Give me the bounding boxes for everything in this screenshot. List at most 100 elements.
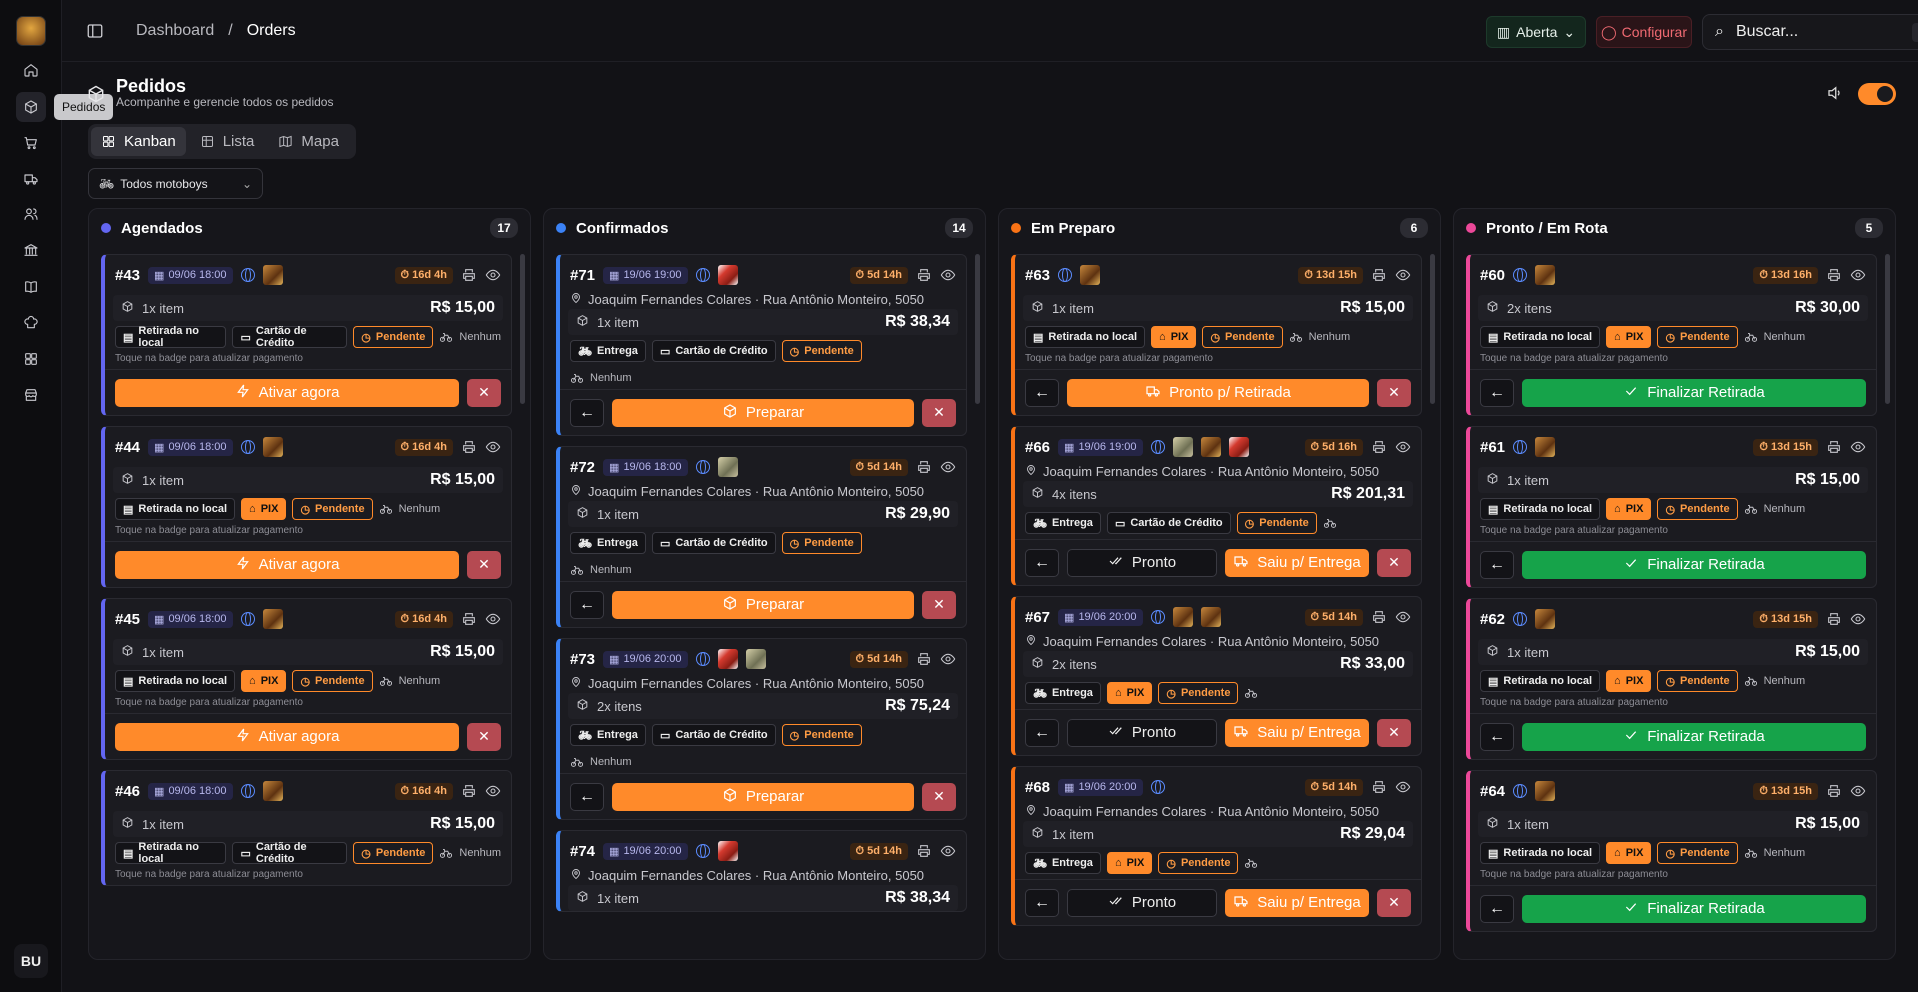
payment-status-badge[interactable]: ◷ Pendente	[1657, 326, 1738, 348]
bike-icon[interactable]	[1323, 516, 1337, 530]
user-avatar[interactable]: BU	[14, 944, 48, 978]
payment-status-badge[interactable]: ◷ Pendente	[1657, 670, 1738, 692]
payment-status-badge[interactable]: ◷ Pendente	[292, 498, 373, 520]
primary-action-button[interactable]: Finalizar Retirada	[1522, 378, 1866, 407]
motoboy-assignment[interactable]: Nenhum	[1289, 330, 1350, 344]
eye-icon[interactable]	[1395, 439, 1411, 455]
order-card[interactable]: #74 ▦ 19/06 20:00 ⏱ 5d 14h Joaquim Fernan…	[556, 830, 967, 912]
cancel-button[interactable]: ✕	[1377, 548, 1411, 577]
primary-action-button[interactable]: Preparar	[612, 398, 914, 427]
eye-icon[interactable]	[1395, 267, 1411, 283]
order-card[interactable]: #67 ▦ 19/06 20:00 ⏱ 5d 14h Joaquim Fernan…	[1011, 596, 1422, 756]
delivery-type-badge[interactable]: ▤ Retirada no local	[1480, 842, 1601, 864]
package-icon[interactable]	[16, 92, 46, 122]
volume-icon[interactable]	[1826, 84, 1844, 102]
payment-method-badge[interactable]: ⌂ PIX	[1151, 326, 1197, 348]
cancel-button[interactable]: ✕	[922, 590, 956, 619]
order-card[interactable]: #68 ▦ 19/06 20:00 ⏱ 5d 14h Joaquim Fernan…	[1011, 766, 1422, 926]
home-icon[interactable]	[16, 55, 46, 85]
delivery-type-badge[interactable]: 🚲︎ Entrega	[570, 724, 646, 746]
motoboy-assignment[interactable]: Nenhum	[1744, 502, 1805, 516]
delivery-type-badge[interactable]: 🚲︎ Entrega	[1025, 682, 1101, 704]
primary-action-button[interactable]: Pronto p/ Retirada	[1067, 378, 1369, 407]
order-card[interactable]: #45 ▦ 09/06 18:00 ⏱ 16d 4h 1x item R$ 15,0…	[101, 598, 512, 760]
scrollbar[interactable]	[975, 254, 980, 404]
order-card[interactable]: #46 ▦ 09/06 18:00 ⏱ 16d 4h 1x item R$ 15,0…	[101, 770, 512, 886]
print-icon[interactable]	[461, 611, 477, 627]
payment-status-badge[interactable]: ◷ Pendente	[1202, 326, 1283, 348]
ready-button[interactable]: Pronto	[1067, 548, 1217, 577]
motoboy-assignment[interactable]: Nenhum	[439, 330, 501, 344]
cancel-button[interactable]: ✕	[1377, 718, 1411, 747]
payment-status-badge[interactable]: ◷ Pendente	[353, 842, 434, 864]
motoboy-assignment[interactable]: Nenhum	[570, 751, 956, 773]
primary-action-button[interactable]: Finalizar Retirada	[1522, 894, 1866, 923]
dispatch-button[interactable]: Saiu p/ Entrega	[1225, 548, 1369, 577]
delivery-type-badge[interactable]: 🚲︎ Entrega	[1025, 852, 1101, 874]
payment-method-badge[interactable]: ⌂ PIX	[1106, 852, 1153, 874]
back-button[interactable]: ←	[1025, 718, 1059, 747]
order-card[interactable]: #66 ▦ 19/06 19:00 ⏱ 5d 16h Joaquim Fernan…	[1011, 426, 1422, 586]
eye-icon[interactable]	[1850, 611, 1866, 627]
eye-icon[interactable]	[1850, 783, 1866, 799]
back-button[interactable]: ←	[570, 782, 604, 811]
bike-icon[interactable]	[1244, 856, 1258, 870]
breadcrumb-root[interactable]: Dashboard	[136, 22, 214, 40]
payment-method-badge[interactable]: ⌂ PIX	[1106, 682, 1153, 704]
scrollbar[interactable]	[520, 254, 525, 404]
motoboy-assignment[interactable]: Nenhum	[1744, 846, 1805, 860]
motoboy-assignment[interactable]: Nenhum	[379, 502, 440, 516]
order-card[interactable]: #44 ▦ 09/06 18:00 ⏱ 16d 4h 1x item R$ 15,0…	[101, 426, 512, 588]
cancel-button[interactable]: ✕	[1377, 888, 1411, 917]
print-icon[interactable]	[1371, 609, 1387, 625]
motoboy-assignment[interactable]: Nenhum	[439, 846, 501, 860]
configure-button[interactable]: ◯ Configurar	[1596, 16, 1692, 48]
delivery-type-badge[interactable]: 🚲︎ Entrega	[570, 532, 646, 554]
print-icon[interactable]	[1826, 783, 1842, 799]
payment-method-badge[interactable]: ⌂ PIX	[1606, 842, 1652, 864]
cart-icon[interactable]	[16, 128, 46, 158]
print-icon[interactable]	[461, 783, 477, 799]
bike-icon[interactable]	[1244, 686, 1258, 700]
motoboy-assignment[interactable]: Nenhum	[570, 367, 956, 389]
print-icon[interactable]	[461, 439, 477, 455]
print-icon[interactable]	[1826, 267, 1842, 283]
print-icon[interactable]	[1826, 439, 1842, 455]
sound-toggle[interactable]	[1858, 83, 1896, 105]
motoboy-assignment[interactable]: Nenhum	[379, 674, 440, 688]
store-icon[interactable]	[16, 380, 46, 410]
print-icon[interactable]	[916, 459, 932, 475]
payment-method-badge[interactable]: ▭ Cartão de Crédito	[651, 532, 776, 554]
brand-logo[interactable]	[16, 16, 46, 46]
print-icon[interactable]	[461, 267, 477, 283]
delivery-type-badge[interactable]: ▤ Retirada no local	[115, 325, 227, 349]
payment-method-badge[interactable]: ⌂ PIX	[241, 498, 287, 520]
eye-icon[interactable]	[1850, 267, 1866, 283]
eye-icon[interactable]	[1850, 439, 1866, 455]
delivery-type-badge[interactable]: 🚲︎ Entrega	[570, 340, 646, 362]
delivery-type-badge[interactable]: ▤ Retirada no local	[115, 841, 227, 865]
chef-hat-icon[interactable]	[16, 308, 46, 338]
print-icon[interactable]	[1371, 267, 1387, 283]
payment-method-badge[interactable]: ▭ Cartão de Crédito	[1106, 512, 1231, 534]
cancel-button[interactable]: ✕	[922, 782, 956, 811]
ready-button[interactable]: Pronto	[1067, 888, 1217, 917]
motoboy-filter-select[interactable]: 🚲︎ Todos motoboys ⌄	[88, 168, 263, 199]
grid-icon[interactable]	[16, 344, 46, 374]
print-icon[interactable]	[1826, 611, 1842, 627]
eye-icon[interactable]	[940, 459, 956, 475]
back-button[interactable]: ←	[1480, 722, 1514, 751]
primary-action-button[interactable]: Ativar agora	[115, 550, 459, 579]
view-kanban[interactable]: Kanban	[91, 127, 186, 156]
eye-icon[interactable]	[940, 651, 956, 667]
payment-status-badge[interactable]: ◷ Pendente	[1236, 512, 1317, 534]
order-card[interactable]: #43 ▦ 09/06 18:00 ⏱ 16d 4h 1x item R$ 15,0…	[101, 254, 512, 416]
cancel-button[interactable]: ✕	[1377, 378, 1411, 407]
print-icon[interactable]	[1371, 439, 1387, 455]
delivery-type-badge[interactable]: ▤ Retirada no local	[1480, 498, 1601, 520]
primary-action-button[interactable]: Ativar agora	[115, 722, 459, 751]
payment-method-badge[interactable]: ▭ Cartão de Crédito	[232, 325, 348, 349]
order-card[interactable]: #63 ⏱ 13d 15h 1x item R$ 15,00 ▤ Retirada …	[1011, 254, 1422, 416]
primary-action-button[interactable]: Ativar agora	[115, 378, 459, 407]
order-card[interactable]: #61 ⏱ 13d 15h 1x item R$ 15,00 ▤ Retirada …	[1466, 426, 1877, 588]
